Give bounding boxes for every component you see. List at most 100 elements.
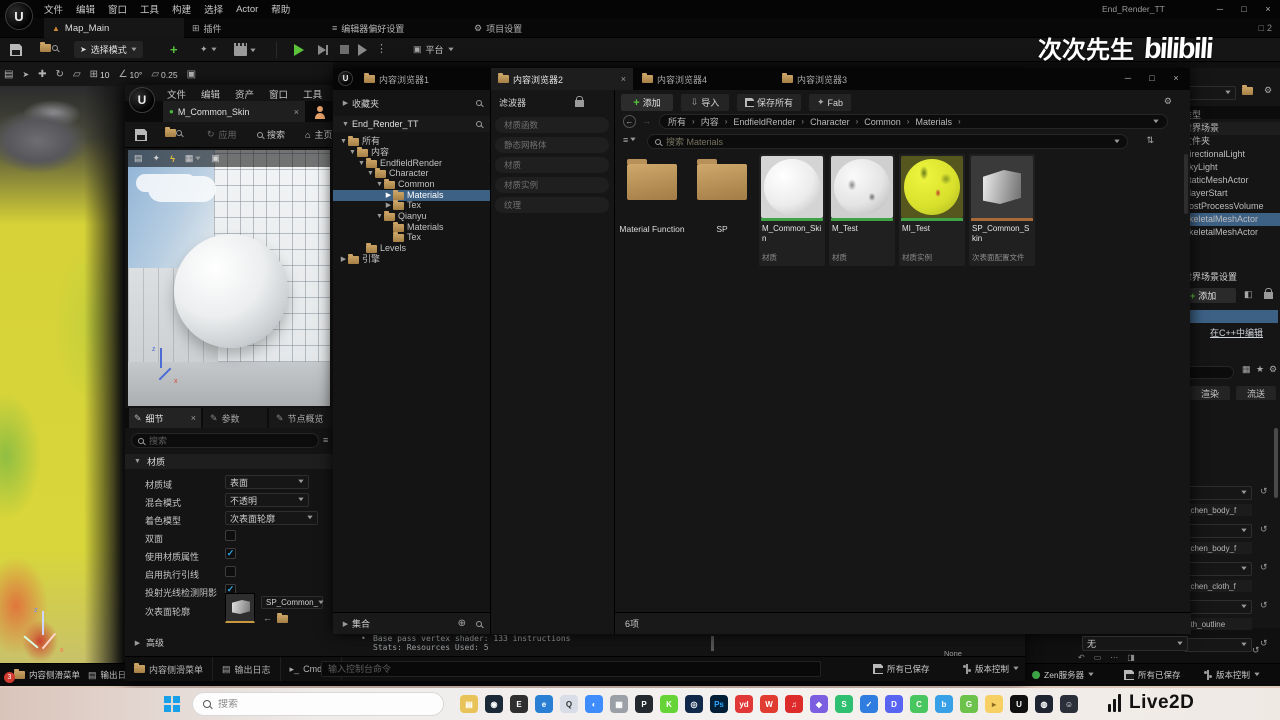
taskbar-app-blue[interactable]: ✓	[860, 695, 878, 713]
favorites-star-icon[interactable]: ★	[1256, 364, 1264, 375]
save-all-button[interactable]: 保存所有	[737, 94, 801, 111]
scale-snap-control[interactable]: ▱ 0.25	[151, 69, 177, 80]
close-tab-icon[interactable]: ×	[621, 74, 626, 84]
material-preview-viewport[interactable]: ▤ ✦ ϟ ▦ ▼ ▣ z x	[128, 150, 330, 406]
grid-snap-control[interactable]: ⊞ 10	[90, 69, 110, 80]
forward-button[interactable]: →	[642, 116, 651, 126]
search-icon[interactable]	[476, 100, 482, 106]
reset-icon[interactable]: ↺	[1260, 600, 1268, 611]
search-icon[interactable]	[476, 121, 482, 127]
asset-tile-m-test[interactable]: M_Test 材质	[829, 154, 895, 266]
add-button[interactable]: + 添加	[621, 94, 673, 111]
breadcrumb-character[interactable]: Character	[810, 117, 850, 127]
all-saved-button[interactable]: 所有已保存	[873, 657, 930, 681]
material-slot-name[interactable]: _chen_cloth_f	[1184, 580, 1252, 592]
tab-content-browser-3[interactable]: 内容浏览器3	[775, 68, 907, 90]
close-tab-icon[interactable]: ×	[294, 107, 299, 117]
asset-tile-mi-test[interactable]: MI_Test 材质实例	[899, 154, 965, 266]
selected-class-row[interactable]	[1178, 310, 1278, 323]
more-icon[interactable]: ⋯	[1110, 653, 1118, 662]
use-selected-icon[interactable]: ←	[263, 613, 272, 623]
console-input[interactable]	[321, 661, 821, 677]
material-slot-name[interactable]: _chen_body_f	[1184, 504, 1252, 516]
folder-tile-material-function[interactable]: Material Function	[619, 154, 685, 274]
search-icon[interactable]	[476, 620, 482, 627]
taskbar-app-kook[interactable]: K	[660, 695, 678, 713]
tree-item-tex[interactable]: Tex	[333, 231, 490, 243]
content-drawer-button[interactable]: 内容侧滑菜单	[14, 664, 80, 686]
pick-icon[interactable]: ◨	[1127, 653, 1135, 662]
material-slot-select[interactable]: ▼	[1184, 486, 1252, 500]
stop-button[interactable]	[340, 45, 349, 54]
browse-content-icon[interactable]	[40, 42, 58, 52]
asset-tile-sp-common-skin[interactable]: SP_Common_Skin 次表面配置文件	[969, 154, 1035, 266]
menu-select[interactable]: 选择	[204, 2, 223, 16]
taskbar-app-pycharm[interactable]: P	[635, 695, 653, 713]
material-slot-select[interactable]: ▼	[1184, 562, 1252, 576]
view-mode-icon[interactable]: ▦ ▼	[185, 153, 203, 164]
version-control-button[interactable]: 版本控制 ▼	[1204, 664, 1261, 686]
menu-window[interactable]: 窗口	[108, 2, 127, 16]
asset-search-input[interactable]: ▼	[647, 134, 1128, 149]
new-folder-icon[interactable]	[1242, 85, 1253, 95]
tab-content-browser-4[interactable]: 内容浏览器4	[635, 68, 767, 90]
taskbar-app-youdao[interactable]: yd	[735, 695, 753, 713]
menu-window[interactable]: 窗口	[269, 87, 288, 101]
tab-content-browser-2[interactable]: 内容浏览器2 ×	[491, 68, 633, 90]
menu-build[interactable]: 构建	[172, 2, 191, 16]
taskbar-app-pinned[interactable]: ▦	[610, 695, 628, 713]
add-component-button[interactable]: + 添加	[1186, 288, 1236, 303]
tree-item-all[interactable]: ▼ 所有	[333, 135, 490, 147]
shading-model-select[interactable]: 次表面轮廓 ▼	[225, 511, 318, 525]
close-button[interactable]: ×	[1256, 0, 1280, 17]
reset-icon[interactable]: ↺	[1260, 486, 1268, 497]
path-dropdown-icon[interactable]: ▼	[1152, 119, 1161, 125]
browse-icon[interactable]: ▭	[1094, 653, 1102, 662]
taskbar-app-wps[interactable]: W	[760, 695, 778, 713]
play-standalone-button[interactable]	[358, 44, 367, 56]
taskbar-app-epic-games[interactable]: E	[510, 695, 528, 713]
taskbar-search[interactable]	[192, 692, 444, 716]
tab-m-common-skin[interactable]: ● M_Common_Skin ×	[163, 101, 305, 122]
rotation-snap-control[interactable]: ∠ 10°	[119, 69, 143, 80]
details-options-icon[interactable]: ≡	[323, 435, 328, 445]
grid-scrollbar[interactable]	[1184, 154, 1188, 214]
output-log-button[interactable]: ▤ 输出日志	[213, 657, 281, 681]
taskbar-app-bird[interactable]: b	[935, 695, 953, 713]
start-button[interactable]	[164, 696, 171, 703]
close-button[interactable]: ×	[1164, 70, 1188, 85]
tree-item-qianyu[interactable]: ▼ Qianyu	[333, 210, 490, 222]
taskbar-app-unreal[interactable]: U	[1010, 695, 1028, 713]
taskbar-app-browser[interactable]: ◐	[585, 695, 603, 713]
platform-button[interactable]: ▣ 平台 ▼	[408, 41, 458, 58]
perspective-icon[interactable]: ✦	[153, 153, 161, 164]
reset-icon[interactable]: ↺	[1252, 645, 1260, 656]
reset-icon[interactable]: ↺	[1260, 524, 1268, 535]
outliner-settings-icon[interactable]: ⚙	[1264, 85, 1272, 96]
render-filter-button[interactable]: 渲染	[1190, 386, 1230, 400]
filter-material-instance[interactable]: 材质实例	[495, 177, 609, 193]
play-options-icon[interactable]: ⋮	[376, 42, 387, 55]
tab-parameters[interactable]: ✎ 参数	[203, 408, 267, 428]
rotate-tool-icon[interactable]: ↻	[56, 69, 64, 80]
breadcrumb-all[interactable]: 所有	[668, 115, 686, 128]
back-button[interactable]: ←	[623, 115, 636, 128]
filter-material[interactable]: 材质	[495, 157, 609, 173]
reset-icon[interactable]: ↺	[1260, 562, 1268, 573]
menu-edit[interactable]: 编辑	[76, 2, 95, 16]
taskbar-app-frog[interactable]: G	[960, 695, 978, 713]
menu-file[interactable]: 文件	[44, 2, 63, 16]
taskbar-app-dark[interactable]: ◍	[1035, 695, 1053, 713]
add-collection-icon[interactable]: ⊕	[458, 618, 466, 629]
use-material-attributes-checkbox[interactable]: ✓	[225, 548, 236, 559]
taskbar-app-qq[interactable]: Q	[560, 695, 578, 713]
material-slot-select[interactable]: ▼	[1184, 638, 1252, 652]
edit-in-cpp-link[interactable]: 在C++中编辑	[1210, 326, 1263, 339]
preview-mesh-icon[interactable]: ▣	[211, 153, 220, 164]
viewport-options-icon[interactable]: ▤	[134, 153, 143, 164]
level-tab-map-main[interactable]: ▲ Map_Main	[44, 18, 184, 38]
breadcrumb-endfieldrender[interactable]: EndfieldRender	[733, 117, 795, 127]
sort-icon[interactable]: ⇅	[1146, 135, 1154, 146]
tree-item-character[interactable]: ▼ Character	[333, 167, 490, 179]
menu-asset[interactable]: 资产	[235, 87, 254, 101]
